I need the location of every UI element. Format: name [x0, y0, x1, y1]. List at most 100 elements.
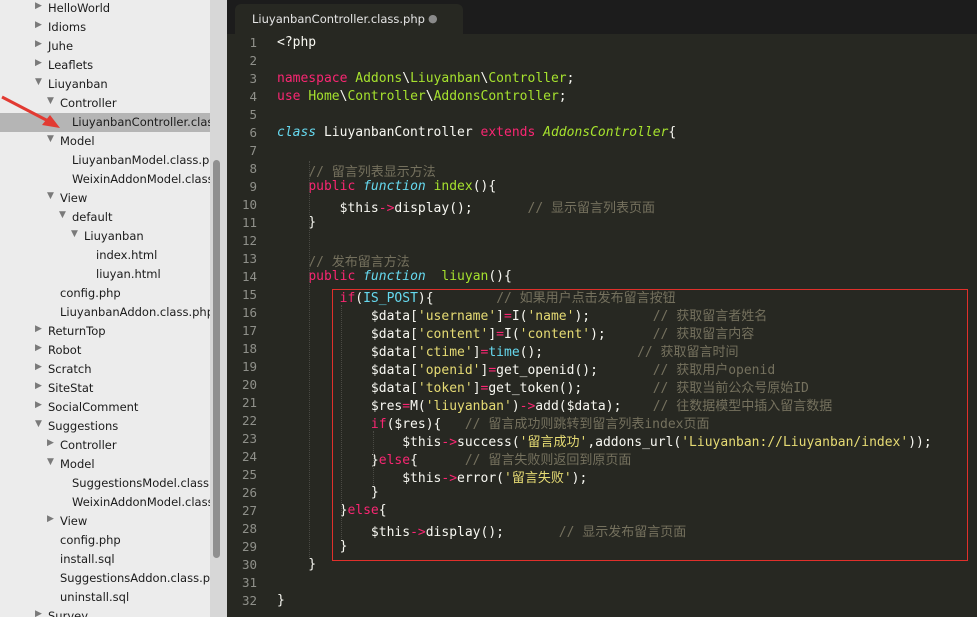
code-token: <?php [277, 35, 317, 50]
chevron-down-icon[interactable]: ▼ [47, 134, 57, 144]
line-number: 5 [249, 107, 257, 122]
chevron-right-icon[interactable]: ▶ [35, 39, 45, 49]
line-number: 31 [241, 575, 257, 590]
chevron-down-icon[interactable]: ▼ [47, 457, 57, 467]
line-number: 28 [241, 521, 257, 536]
tree-item-label: Juhe [48, 39, 74, 53]
tree-file[interactable]: SuggestionsAddon.class.php [0, 569, 210, 588]
code-token: (){ [472, 179, 497, 194]
chevron-down-icon[interactable]: ▼ [47, 191, 57, 201]
chevron-down-icon[interactable]: ▼ [59, 210, 69, 220]
code-token: display(); [394, 201, 473, 216]
code-token: Controller [347, 89, 426, 104]
tree-folder-leaflets[interactable]: ▶ Leaflets [0, 56, 210, 75]
tree-file[interactable]: WeixinAddonModel.class.php [0, 493, 210, 512]
line-number: 27 [241, 503, 257, 518]
chevron-right-icon[interactable]: ▶ [35, 362, 45, 372]
tree-folder-liuyanban[interactable]: ▼ Liuyanban [0, 75, 210, 94]
line-number: 17 [241, 323, 257, 338]
tree-folder-sitestat[interactable]: ▶ SiteStat [0, 379, 210, 398]
tab-liuyanban-controller[interactable]: LiuyanbanController.class.php ● [235, 4, 463, 34]
chevron-right-icon[interactable]: ▶ [35, 381, 45, 391]
chevron-down-icon[interactable]: ▼ [35, 77, 45, 87]
tree-item-label: LiuyanbanModel.class.php [72, 153, 210, 167]
code-editor[interactable]: LiuyanbanController.class.php ● 12345678… [227, 0, 977, 617]
tree-file[interactable]: liuyan.html [0, 265, 210, 284]
line-number: 21 [241, 395, 257, 410]
tree-folder-liuyanban[interactable]: ▼ Liuyanban [0, 227, 210, 246]
tree-folder-suggestions[interactable]: ▼ Suggestions [0, 417, 210, 436]
tree-folder-helloworld[interactable]: ▶ HelloWorld [0, 0, 210, 18]
chevron-right-icon[interactable]: ▶ [35, 58, 45, 68]
code-token: use [277, 89, 301, 104]
code-token: } [277, 593, 285, 608]
chevron-right-icon[interactable]: ▶ [35, 324, 45, 334]
code-token: { [668, 125, 677, 140]
chevron-right-icon[interactable]: ▶ [35, 20, 45, 30]
chevron-right-icon[interactable]: ▶ [35, 343, 45, 353]
tree-folder-returntop[interactable]: ▶ ReturnTop [0, 322, 210, 341]
tab-bar: LiuyanbanController.class.php ● [227, 0, 977, 34]
unsaved-dot-icon[interactable]: ● [428, 12, 438, 25]
tree-folder-default[interactable]: ▼ default [0, 208, 210, 227]
code-token: public [308, 179, 356, 194]
tree-item-label: Scratch [48, 362, 92, 376]
line-number: 15 [241, 287, 257, 302]
tree-folder-idioms[interactable]: ▶ Idioms [0, 18, 210, 37]
tree-folder-model[interactable]: ▼ Model [0, 455, 210, 474]
tree-folder-robot[interactable]: ▶ Robot [0, 341, 210, 360]
line-number: 6 [249, 125, 257, 140]
tree-folder-view[interactable]: ▼ View [0, 189, 210, 208]
tree-item-label: liuyan.html [96, 267, 161, 281]
line-number: 18 [241, 341, 257, 356]
code-token: LiuyanbanController [323, 125, 473, 140]
tree-file[interactable]: LiuyanbanModel.class.php [0, 151, 210, 170]
chevron-right-icon[interactable]: ▶ [35, 609, 45, 617]
tree-file[interactable]: LiuyanbanAddon.class.php [0, 303, 210, 322]
chevron-down-icon[interactable]: ▼ [71, 229, 81, 239]
tab-title: LiuyanbanController.class.php [252, 12, 425, 26]
code-token: $this [339, 201, 379, 216]
code-line: class LiuyanbanController extends Addons… [277, 125, 676, 143]
tree-file[interactable]: config.php [0, 284, 210, 303]
tree-folder-view[interactable]: ▶ View [0, 512, 210, 531]
chevron-right-icon[interactable]: ▶ [35, 400, 45, 410]
chevron-down-icon[interactable]: ▼ [35, 419, 45, 429]
chevron-right-icon[interactable]: ▶ [47, 514, 57, 524]
tree-folder-controller[interactable]: ▶ Controller [0, 436, 210, 455]
line-number: 1 [249, 35, 257, 50]
tree-item-label: Liuyanban [84, 229, 144, 243]
code-token: // 发布留言方法 [308, 255, 410, 270]
tree-file[interactable]: SuggestionsModel.class.php [0, 474, 210, 493]
code-token: \ [425, 89, 434, 104]
code-token: Home [308, 89, 340, 104]
code-line: $this->display(); // 显示留言列表页面 [277, 197, 655, 216]
tree-file[interactable]: WeixinAddonModel.class.php [0, 170, 210, 189]
code-token: } [277, 215, 317, 230]
code-token: Liuyanban [410, 71, 481, 86]
line-number: 9 [249, 179, 257, 194]
tree-file[interactable]: install.sql [0, 550, 210, 569]
code-token: class [277, 125, 317, 140]
tree-folder-scratch[interactable]: ▶ Scratch [0, 360, 210, 379]
tree-folder-juhe[interactable]: ▶ Juhe [0, 37, 210, 56]
tree-folder-survey[interactable]: ▶ Survey [0, 607, 210, 617]
tree-file[interactable]: config.php [0, 531, 210, 550]
code-token: Controller [488, 71, 567, 86]
sidebar-scrollbar-thumb[interactable] [213, 160, 220, 558]
tree-file[interactable]: index.html [0, 246, 210, 265]
tree-file[interactable]: uninstall.sql [0, 588, 210, 607]
line-number: 13 [241, 251, 257, 266]
chevron-right-icon[interactable]: ▶ [47, 438, 57, 448]
line-number: 25 [241, 467, 257, 482]
line-number: 10 [241, 197, 257, 212]
code-token: function [363, 269, 426, 284]
chevron-right-icon[interactable]: ▶ [35, 1, 45, 11]
line-number: 2 [249, 53, 257, 68]
tree-item-label: Leaflets [48, 58, 94, 72]
tree-folder-socialcomment[interactable]: ▶ SocialComment [0, 398, 210, 417]
